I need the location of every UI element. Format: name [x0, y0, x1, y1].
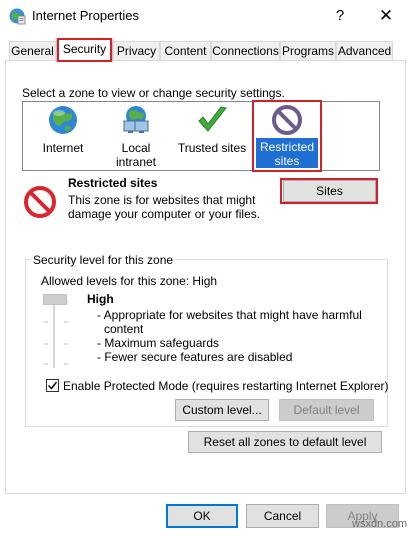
default-level-button[interactable]: Default level — [279, 399, 374, 421]
tab-connections[interactable]: Connections — [211, 41, 280, 61]
allowed-levels-text: Allowed levels for this zone: High — [41, 274, 218, 288]
cancel-button[interactable]: Cancel — [246, 504, 319, 528]
level-bullet: - Appropriate for websites that might ha… — [97, 308, 362, 322]
level-bullet: - Maximum safeguards — [97, 336, 220, 350]
intranet-icon — [123, 106, 149, 133]
security-slider-thumb[interactable] — [43, 294, 67, 305]
restricted-zone-highlight — [252, 100, 322, 172]
custom-level-button[interactable]: Custom level... — [175, 399, 269, 421]
zone-trusted-sites[interactable]: Trusted sites — [176, 104, 248, 155]
tab-general[interactable]: General — [9, 41, 56, 61]
internet-properties-icon — [9, 8, 26, 25]
protected-mode-label[interactable]: Enable Protected Mode (requires restarti… — [63, 379, 389, 393]
checkmark-icon — [198, 106, 227, 132]
window-title: Internet Properties — [32, 8, 139, 23]
zone-local-intranet[interactable]: Local intranet — [100, 104, 172, 169]
tab-strip: General Security Privacy Content Connect… — [5, 38, 407, 62]
tab-content[interactable]: Content — [160, 41, 211, 61]
globe-icon — [49, 106, 77, 134]
security-level-name: High — [87, 292, 114, 306]
security-slider-track — [53, 298, 55, 368]
security-slider-ticks — [44, 301, 68, 365]
zone-internet-label: Internet — [42, 141, 84, 155]
protected-mode-checkbox[interactable] — [46, 379, 59, 392]
zone-trusted-sites-label: Trusted sites — [177, 141, 247, 155]
level-bullet: content — [104, 322, 144, 336]
tab-privacy[interactable]: Privacy — [113, 41, 160, 61]
tab-programs[interactable]: Programs — [280, 41, 336, 61]
close-button[interactable]: ✕ — [372, 3, 400, 29]
restricted-sign-icon — [24, 186, 56, 218]
reset-all-zones-button[interactable]: Reset all zones to default level — [188, 431, 382, 453]
zone-description-text: This zone is for websites that might dam… — [68, 193, 261, 221]
security-level-group-label: Security level for this zone — [31, 253, 176, 267]
watermark: wsxdn.com — [352, 518, 408, 530]
tab-advanced[interactable]: Advanced — [336, 41, 393, 61]
zone-description-title: Restricted sites — [68, 176, 158, 190]
checkmark-icon — [47, 381, 58, 390]
help-button[interactable]: ? — [326, 3, 354, 29]
sites-button-highlight — [280, 178, 378, 204]
ok-button[interactable]: OK — [166, 504, 238, 528]
security-level-description: - Appropriate for websites that might ha… — [97, 308, 367, 364]
zone-internet[interactable]: Internet — [34, 104, 92, 155]
tab-security-highlight — [57, 38, 112, 62]
zone-prompt: Select a zone to view or change security… — [22, 86, 285, 100]
level-bullet: - Fewer secure features are disabled — [97, 350, 293, 364]
zone-local-intranet-label: Local intranet — [115, 141, 157, 169]
